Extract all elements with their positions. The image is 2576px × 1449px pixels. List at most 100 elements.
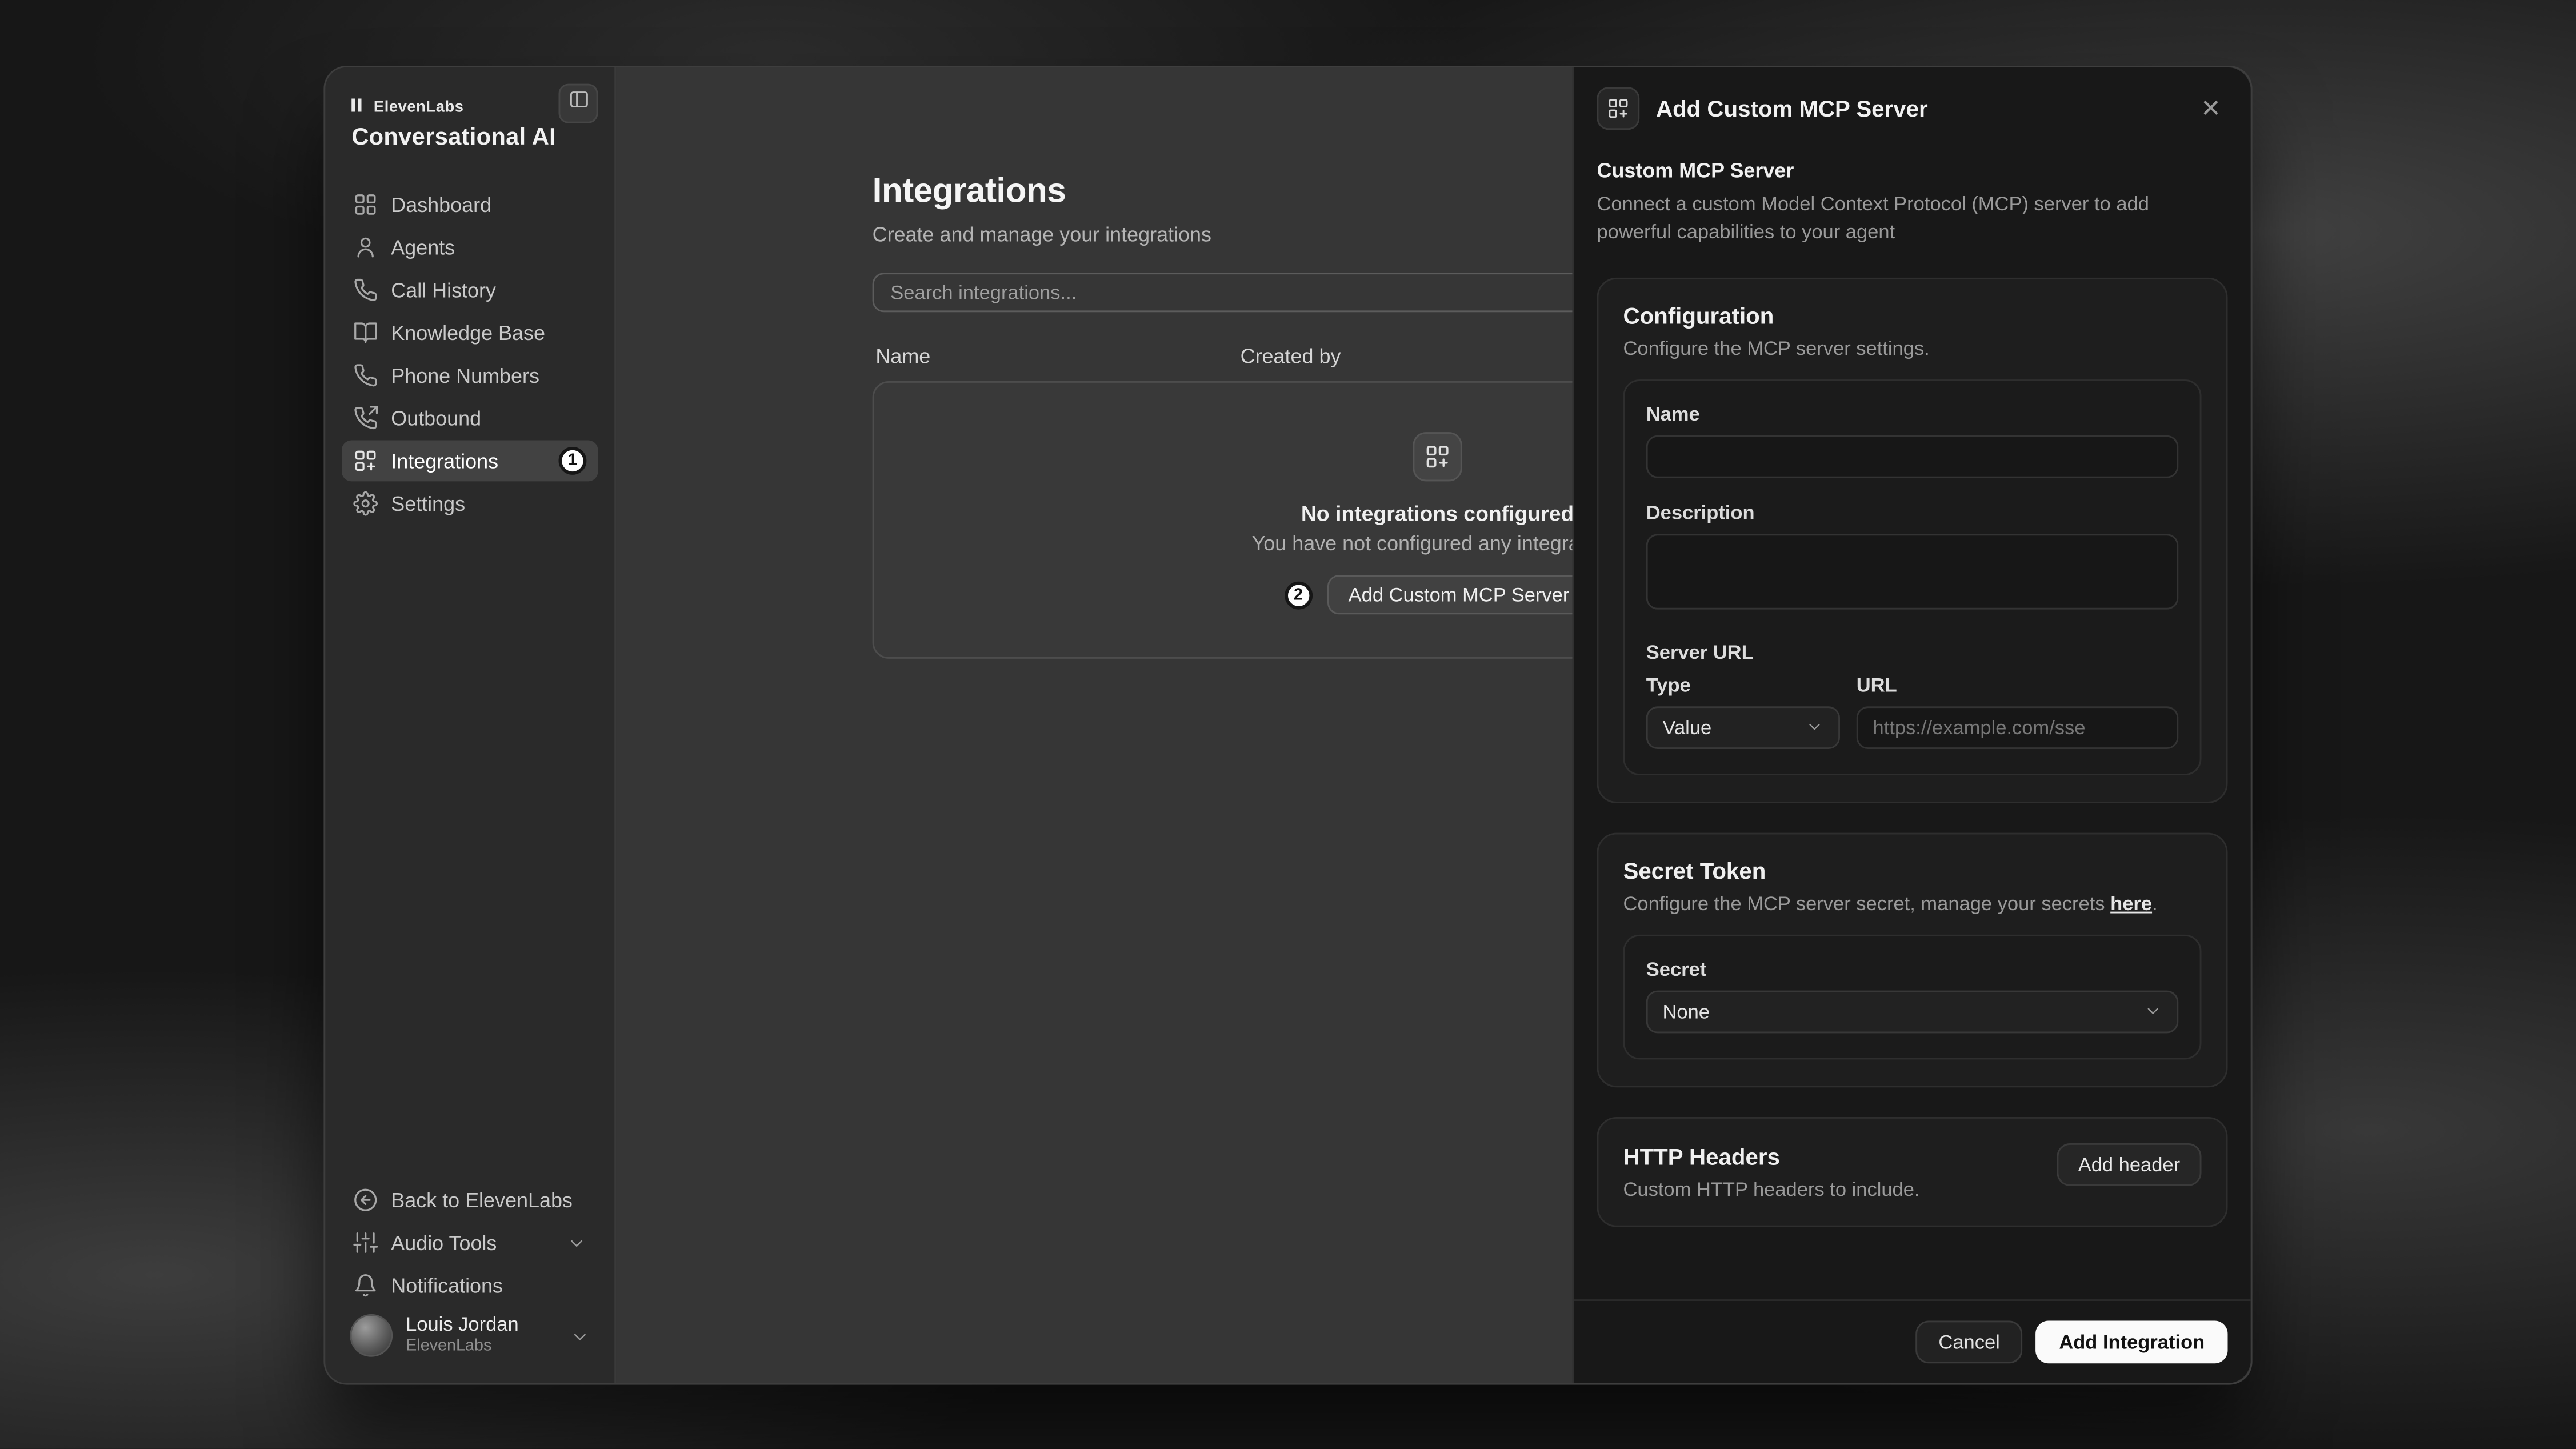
configuration-fieldset: Name Description Server URL Type Value <box>1623 379 2202 775</box>
sliders-icon <box>353 1230 378 1255</box>
secret-token-title: Secret Token <box>1623 857 2202 883</box>
secret-select[interactable]: None <box>1646 990 2179 1033</box>
sidebar-item-call-history[interactable]: Call History <box>342 270 598 311</box>
user-icon <box>353 235 378 259</box>
sidebar-item-label: Phone Numbers <box>391 364 586 387</box>
bell-icon <box>353 1273 378 1298</box>
drawer-header: Add Custom MCP Server ✕ <box>1574 67 2251 150</box>
avatar <box>350 1314 393 1357</box>
add-header-button[interactable]: Add header <box>2057 1143 2201 1186</box>
sidebar-item-phone-numbers[interactable]: Phone Numbers <box>342 355 598 396</box>
empty-state-title: No integrations configured <box>1301 501 1574 526</box>
server-url-row: Type Value URL <box>1646 673 2179 748</box>
elevenlabs-logo-mark-icon <box>351 99 361 112</box>
type-column: Type Value <box>1646 673 1840 748</box>
chevron-down-icon <box>567 1233 587 1253</box>
type-select[interactable]: Value <box>1646 706 1840 749</box>
cancel-button[interactable]: Cancel <box>1915 1321 2023 1364</box>
url-field[interactable] <box>1857 706 2179 749</box>
name-label: Name <box>1646 402 2179 425</box>
secret-label: Secret <box>1646 957 2179 980</box>
column-name: Name <box>875 345 1240 368</box>
elevenlabs-logo: ElevenLabs <box>351 90 588 120</box>
sidebar: ElevenLabs Conversational AI Dashboard <box>325 67 616 1383</box>
back-label: Back to ElevenLabs <box>391 1188 586 1211</box>
audio-tools-button[interactable]: Audio Tools <box>342 1222 598 1263</box>
mcp-server-icon <box>1597 87 1640 130</box>
type-label: Type <box>1646 673 1840 696</box>
http-headers-text: HTTP Headers Custom HTTP headers to incl… <box>1623 1143 1920 1200</box>
section-title: Custom MCP Server <box>1597 159 2228 182</box>
close-icon[interactable]: ✕ <box>2194 90 2227 127</box>
drawer-footer: Cancel Add Integration <box>1574 1299 2251 1383</box>
logo-text: ElevenLabs <box>374 99 464 117</box>
sidebar-item-label: Dashboard <box>391 193 586 216</box>
sidebar-item-outbound[interactable]: Outbound <box>342 398 598 439</box>
panel-icon <box>567 89 589 118</box>
secret-token-description: Configure the MCP server secret, manage … <box>1623 891 2202 914</box>
sidebar-item-agents[interactable]: Agents <box>342 227 598 268</box>
url-column: URL <box>1857 673 2179 748</box>
sidebar-item-label: Knowledge Base <box>391 321 586 344</box>
user-org: ElevenLabs <box>406 1338 557 1356</box>
sidebar-item-label: Call History <box>391 278 586 301</box>
sidebar-item-label: Outbound <box>391 407 586 430</box>
http-headers-card: HTTP Headers Custom HTTP headers to incl… <box>1597 1116 2228 1227</box>
add-custom-mcp-server-button[interactable]: Add Custom MCP Server <box>1327 575 1590 614</box>
app-window: ElevenLabs Conversational AI Dashboard <box>323 66 2252 1385</box>
notifications-label: Notifications <box>391 1274 586 1297</box>
add-integration-button[interactable]: Add Integration <box>2036 1321 2227 1364</box>
add-mcp-server-drawer: Add Custom MCP Server ✕ Custom MCP Serve… <box>1572 67 2250 1383</box>
configuration-title: Configuration <box>1623 302 2202 328</box>
chevron-down-icon <box>1806 718 1824 736</box>
http-headers-description: Custom HTTP headers to include. <box>1623 1178 1920 1200</box>
sidebar-item-label: Integrations <box>391 449 545 472</box>
step-badge-1: 1 <box>559 447 587 475</box>
secret-fieldset: Secret None <box>1623 934 2202 1059</box>
user-menu[interactable]: Louis Jordan ElevenLabs <box>342 1308 598 1364</box>
configuration-card: Configuration Configure the MCP server s… <box>1597 277 2228 803</box>
sidebar-footer: Back to ElevenLabs Audio Tools Notifica <box>342 1179 598 1363</box>
sidebar-nav: Dashboard Agents Call History <box>342 184 598 524</box>
integrations-empty-icon <box>1413 432 1462 481</box>
section-description: Connect a custom Model Context Protocol … <box>1597 191 2228 248</box>
phone-icon <box>353 278 378 302</box>
url-label: URL <box>1857 673 2179 696</box>
manage-secrets-link[interactable]: here <box>2110 891 2152 914</box>
notifications-button[interactable]: Notifications <box>342 1265 598 1306</box>
integrations-icon <box>353 449 378 473</box>
desktop-background: ElevenLabs Conversational AI Dashboard <box>0 0 2576 1449</box>
phone-icon <box>353 363 378 387</box>
secret-token-card: Secret Token Configure the MCP server se… <box>1597 832 2228 1087</box>
drawer-title: Add Custom MCP Server <box>1656 95 2178 122</box>
chevron-down-icon <box>2144 1003 2162 1021</box>
app-title: Conversational AI <box>351 125 588 151</box>
empty-state-subtitle: You have not configured any integrations <box>1252 533 1623 555</box>
user-meta: Louis Jordan ElevenLabs <box>406 1315 557 1356</box>
collapse-sidebar-button[interactable] <box>559 84 598 123</box>
http-headers-title: HTTP Headers <box>1623 1143 1920 1169</box>
server-url-label: Server URL <box>1646 641 2179 663</box>
sidebar-item-label: Settings <box>391 492 586 515</box>
configuration-description: Configure the MCP server settings. <box>1623 337 2202 359</box>
phone-outgoing-icon <box>353 406 378 430</box>
back-to-elevenlabs-button[interactable]: Back to ElevenLabs <box>342 1179 598 1220</box>
sidebar-item-integrations[interactable]: Integrations 1 <box>342 441 598 482</box>
name-field[interactable] <box>1646 435 2179 478</box>
user-name: Louis Jordan <box>406 1315 557 1338</box>
description-label: Description <box>1646 501 2179 523</box>
audio-tools-label: Audio Tools <box>391 1231 554 1254</box>
description-field[interactable] <box>1646 534 2179 609</box>
sidebar-item-settings[interactable]: Settings <box>342 483 598 524</box>
secret-select-value: None <box>1663 1000 1710 1023</box>
sidebar-item-dashboard[interactable]: Dashboard <box>342 184 598 225</box>
arrow-left-circle-icon <box>353 1188 378 1212</box>
main-area: Integrations Create and manage your inte… <box>616 67 2251 1383</box>
sidebar-item-label: Agents <box>391 236 586 259</box>
gear-icon <box>353 491 378 516</box>
step-badge-2: 2 <box>1285 581 1313 609</box>
dashboard-icon <box>353 192 378 217</box>
sidebar-item-knowledge-base[interactable]: Knowledge Base <box>342 312 598 353</box>
secret-desc-text: Configure the MCP server secret, manage … <box>1623 891 2111 914</box>
empty-cta-row: 2 Add Custom MCP Server <box>1285 575 1591 614</box>
